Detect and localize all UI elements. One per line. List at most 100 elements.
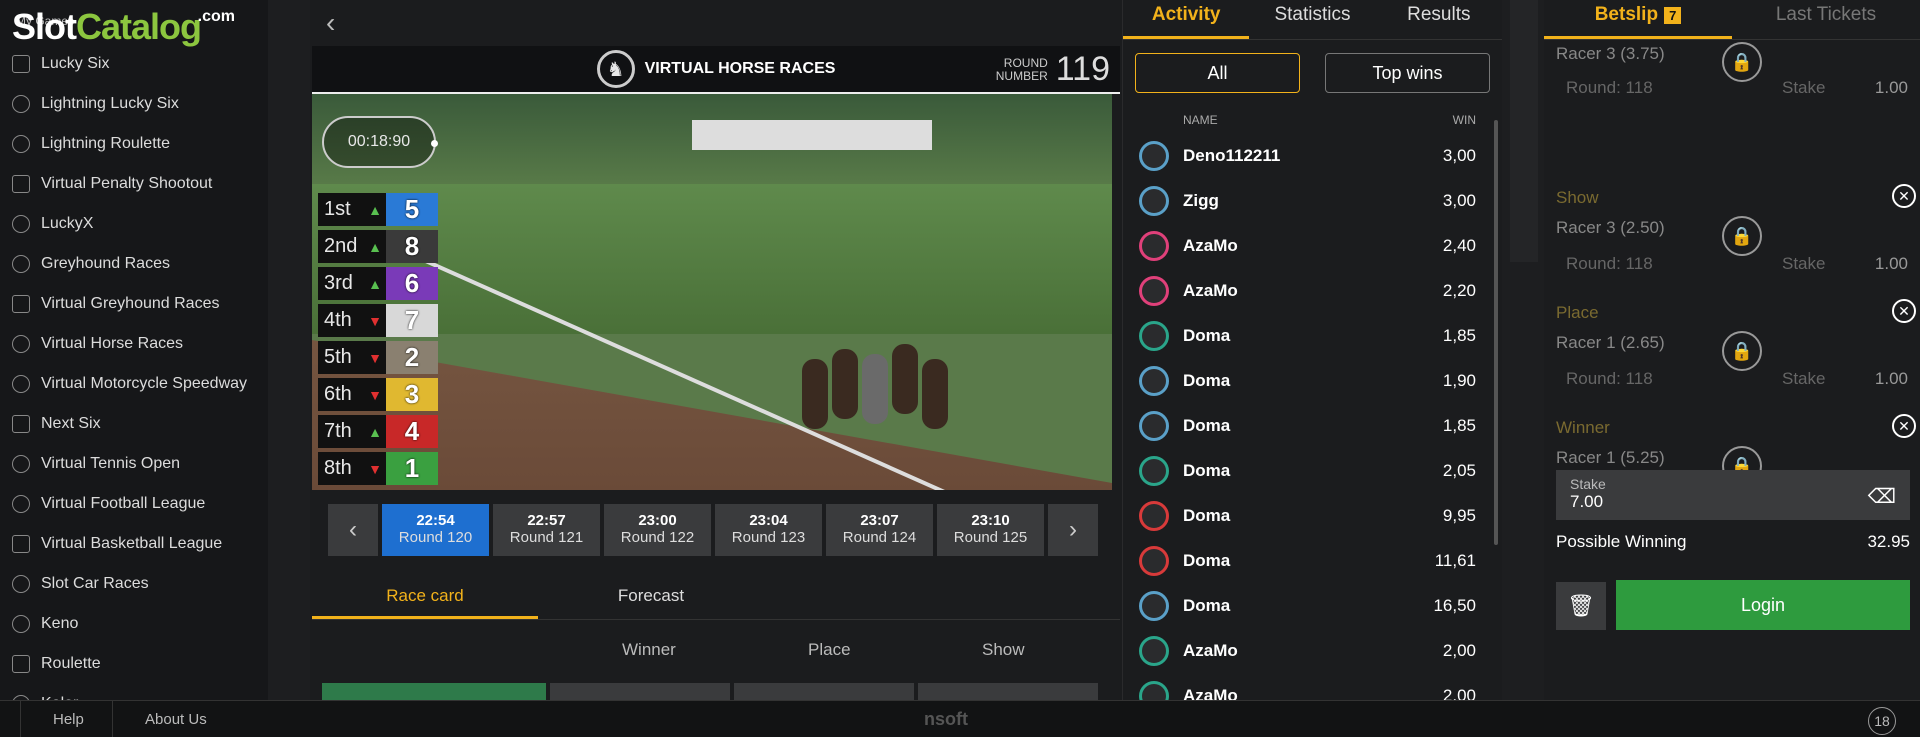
- round-button[interactable]: 22:57 Round 121: [493, 504, 600, 556]
- lock-icon: 🔒: [1722, 216, 1762, 256]
- motorcycle-icon: [12, 375, 30, 393]
- sidebar-item[interactable]: Virtual Football League: [0, 484, 268, 524]
- bet-racer: Racer 3 (2.50): [1556, 218, 1665, 237]
- backspace-icon[interactable]: ⌫: [1868, 484, 1896, 509]
- filter-top-wins-button[interactable]: Top wins: [1325, 53, 1490, 93]
- next-round-arrow-icon[interactable]: ›: [1048, 504, 1098, 556]
- win-amount: 2,00: [1442, 685, 1476, 701]
- tab-race-card[interactable]: Race card: [312, 572, 538, 619]
- odd-winner[interactable]: [550, 683, 730, 700]
- runner-number: 4: [386, 415, 438, 448]
- player-name: Doma: [1183, 505, 1231, 525]
- round-button[interactable]: 22:54 Round 120: [382, 504, 489, 556]
- round-button[interactable]: 23:10 Round 125: [937, 504, 1044, 556]
- stake-input[interactable]: Stake 7.00 ⌫: [1556, 470, 1910, 520]
- sidebar-item[interactable]: Greyhound Races: [0, 244, 268, 284]
- odd-place[interactable]: [734, 683, 914, 700]
- sidebar-item[interactable]: Virtual Greyhound Races: [0, 284, 268, 324]
- sidebar-item[interactable]: Lightning Roulette: [0, 124, 268, 164]
- arrow-down-icon: ▼: [364, 452, 386, 485]
- sidebar-item[interactable]: Virtual Horse Races: [0, 324, 268, 364]
- sidebar-item[interactable]: Keno: [0, 604, 268, 644]
- odd-show[interactable]: [918, 683, 1098, 700]
- horse-logo-icon: ♞: [596, 50, 635, 88]
- sidebar-item-label: Virtual Basketball League: [41, 535, 223, 552]
- car-icon: [12, 575, 30, 593]
- trash-icon[interactable]: 🗑: [1556, 582, 1606, 630]
- round-label: Round 122: [620, 529, 695, 546]
- round-label: Round 125: [953, 529, 1028, 546]
- activity-row: Doma 1,90: [1123, 358, 1502, 403]
- scrollbar[interactable]: [1494, 120, 1498, 545]
- plus-circle-icon: [12, 135, 30, 153]
- round-time: 23:04: [749, 512, 788, 529]
- bet-round: Round: 118: [1566, 78, 1653, 97]
- win-amount: 2,20: [1442, 280, 1476, 300]
- prev-round-arrow-icon[interactable]: ‹: [328, 504, 378, 556]
- sidebar-item-label: Keno: [41, 615, 79, 632]
- bet-type: Winner: [1556, 418, 1610, 437]
- player-name: Doma: [1183, 460, 1231, 480]
- sidebar-item[interactable]: Slot Car Races: [0, 564, 268, 604]
- back-arrow-icon[interactable]: ‹: [326, 9, 335, 37]
- keno-icon: [12, 615, 30, 633]
- sidebar-item-label: Lightning Roulette: [41, 135, 170, 152]
- tab-results[interactable]: Results: [1376, 0, 1502, 39]
- sidebar: My Games SlotCatalog .com Lucky Six Lightn…: [0, 0, 268, 700]
- round-selector: ‹ 22:54 Round 120 22:57 Round 121 23:00 Round …: [328, 504, 1102, 556]
- activity-list: Deno112211 3,00 Zigg 3,00 AzaMo 2,40 AzaMo 2,20…: [1123, 133, 1502, 700]
- bet-stake-label: Stake: [1782, 254, 1826, 273]
- tab-forecast[interactable]: Forecast: [538, 572, 764, 619]
- login-button[interactable]: Login: [1616, 580, 1910, 630]
- round-button[interactable]: 23:07 Round 124: [826, 504, 933, 556]
- tab-last-tickets[interactable]: Last Tickets: [1732, 0, 1920, 39]
- round-button[interactable]: 23:00 Round 122: [604, 504, 711, 556]
- footer: Help About Us nsoft 18: [0, 700, 1920, 737]
- sidebar-item[interactable]: Virtual Tennis Open: [0, 444, 268, 484]
- about-link[interactable]: About Us: [112, 701, 239, 737]
- sidebar-item-label: Virtual Motorcycle Speedway: [41, 375, 248, 392]
- plus-circle-icon: [12, 655, 30, 673]
- sidebar-item[interactable]: Virtual Penalty Shootout: [0, 164, 268, 204]
- sidebar-item[interactable]: Virtual Basketball League: [0, 524, 268, 564]
- filter-all-button[interactable]: All: [1135, 53, 1300, 93]
- sidebar-item-label: Roulette: [41, 655, 101, 672]
- sidebar-item[interactable]: LuckyX: [0, 204, 268, 244]
- runner-row[interactable]: [322, 683, 546, 700]
- sidebar-item[interactable]: Roulette: [0, 644, 268, 684]
- globe-icon: [12, 415, 30, 433]
- bet-round: Round: 118: [1566, 369, 1653, 388]
- round-time: 22:57: [527, 512, 566, 529]
- close-icon[interactable]: ✕: [1892, 299, 1916, 323]
- close-icon[interactable]: ✕: [1892, 184, 1916, 208]
- arrow-down-icon: ▼: [364, 304, 386, 337]
- help-link[interactable]: Help: [20, 701, 116, 737]
- sidebar-item[interactable]: Lightning Lucky Six: [0, 84, 268, 124]
- name-header: NAME: [1183, 113, 1218, 127]
- round-button[interactable]: 23:04 Round 123: [715, 504, 822, 556]
- greyhound-icon: [12, 255, 30, 273]
- age-restriction-badge: 18: [1868, 707, 1896, 735]
- standing-position: 3rd: [318, 267, 364, 300]
- bet-stake-amount: 1.00: [1874, 369, 1908, 388]
- tab-statistics[interactable]: Statistics: [1249, 0, 1375, 39]
- stake-value: 7.00: [1570, 492, 1604, 511]
- runner-number: 5: [386, 193, 438, 226]
- sidebar-item[interactable]: Next Six: [0, 404, 268, 444]
- goal-icon: [12, 175, 30, 193]
- win-amount: 9,95: [1442, 505, 1476, 525]
- tab-betslip[interactable]: Betslip 7: [1544, 0, 1732, 39]
- race-timer: 00:18:90: [322, 116, 438, 168]
- sidebar-item[interactable]: Lucky Six: [0, 44, 268, 84]
- standing-position: 1st: [318, 193, 364, 226]
- bet-type: Show: [1556, 188, 1599, 207]
- bet-stake-label: Stake: [1782, 78, 1826, 97]
- sidebar-item[interactable]: Virtual Motorcycle Speedway: [0, 364, 268, 404]
- player-name: Doma: [1183, 595, 1231, 615]
- sidebar-item[interactable]: Kolor: [0, 684, 268, 700]
- activity-row: AzaMo 2,20: [1123, 268, 1502, 313]
- bet-round: Round: 118: [1566, 254, 1653, 273]
- horse-icon: [12, 335, 30, 353]
- close-icon[interactable]: ✕: [1892, 414, 1916, 438]
- tab-activity[interactable]: Activity: [1123, 0, 1250, 39]
